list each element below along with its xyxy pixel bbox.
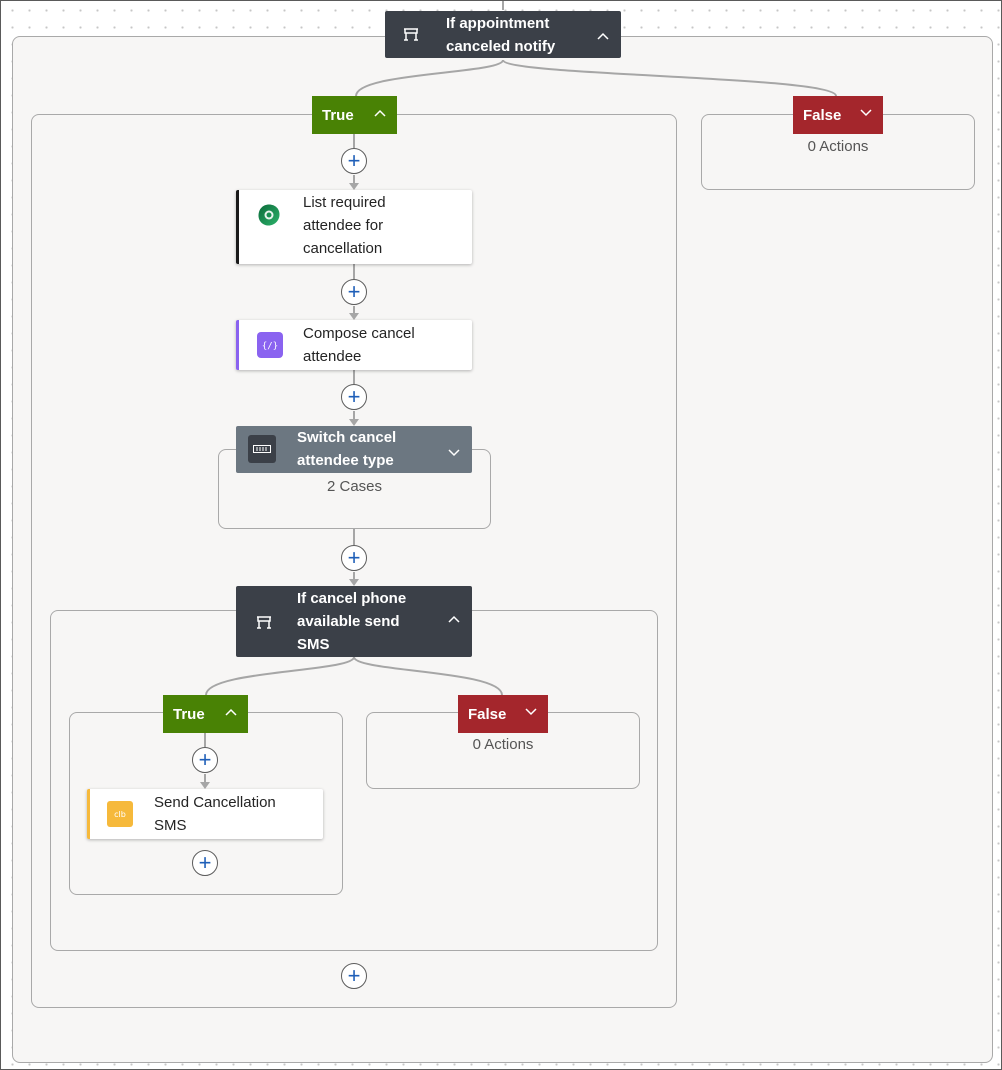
chevron-down-icon[interactable] [448,444,460,462]
add-action-button[interactable]: + [341,545,367,571]
list-required-attendee-title: List required attendee for cancellation [303,194,386,257]
condition-icon [252,611,276,635]
flow-connectors [200,0,837,789]
wire-inner-to-true [205,656,355,696]
compose-cancel-attendee-card[interactable]: {/} Compose cancel attendee [236,320,472,370]
arrowhead-sms [200,782,210,789]
wire-inner-to-false [353,656,503,696]
arrowhead-inner-condition [349,579,359,586]
wire-outer-to-false [502,59,837,97]
outer-false-label: False [803,106,842,124]
outer-false-badge[interactable]: False [793,96,883,134]
arrowhead-list [349,183,359,190]
condition-icon [399,23,423,47]
svg-text:{/}: {/} [262,342,278,352]
chevron-down-icon[interactable] [860,105,872,120]
chevron-up-icon[interactable] [225,704,237,719]
svg-text:clb: clb [114,810,126,819]
chevron-up-icon[interactable] [597,27,609,43]
add-action-button[interactable]: + [341,279,367,305]
wire-outer-to-true [355,59,504,97]
add-action-button[interactable]: + [341,963,367,989]
dataverse-icon [257,203,281,227]
send-cancellation-sms-card[interactable]: clb Send Cancellation SMS [87,789,323,839]
compose-icon: {/} [257,332,283,358]
inner-condition-header[interactable]: If cancel phone available send SMS [236,586,472,657]
switch-title: Switch cancel attendee type [297,429,397,469]
chevron-up-icon[interactable] [374,105,386,120]
outer-true-label: True [322,106,354,124]
compose-cancel-attendee-title: Compose cancel attendee [303,325,415,365]
inner-false-badge[interactable]: False [458,695,548,733]
inner-condition-title: If cancel phone available send SMS [297,590,407,653]
outer-true-badge[interactable]: True [312,96,397,134]
inner-true-badge[interactable]: True [163,695,248,733]
inner-true-label: True [173,705,205,723]
outer-condition-title: If appointment canceled notify [446,15,556,55]
switch-cancel-attendee-type-header[interactable]: Switch cancel attendee type [236,426,472,473]
inner-false-label: False [468,705,507,723]
add-action-button[interactable]: + [341,384,367,410]
outer-condition-header[interactable]: If appointment canceled notify [385,11,621,58]
switch-icon [248,435,276,463]
sms-icon: clb [107,801,133,827]
list-required-attendee-card[interactable]: List required attendee for cancellation [236,190,472,264]
add-action-button[interactable]: + [192,850,218,876]
send-cancellation-sms-title: Send Cancellation SMS [154,794,276,834]
arrowhead-switch [349,419,359,426]
chevron-down-icon[interactable] [525,704,537,719]
add-action-button[interactable]: + [341,148,367,174]
arrowhead-compose [349,313,359,320]
chevron-up-icon[interactable] [448,610,460,626]
add-action-button[interactable]: + [192,747,218,773]
